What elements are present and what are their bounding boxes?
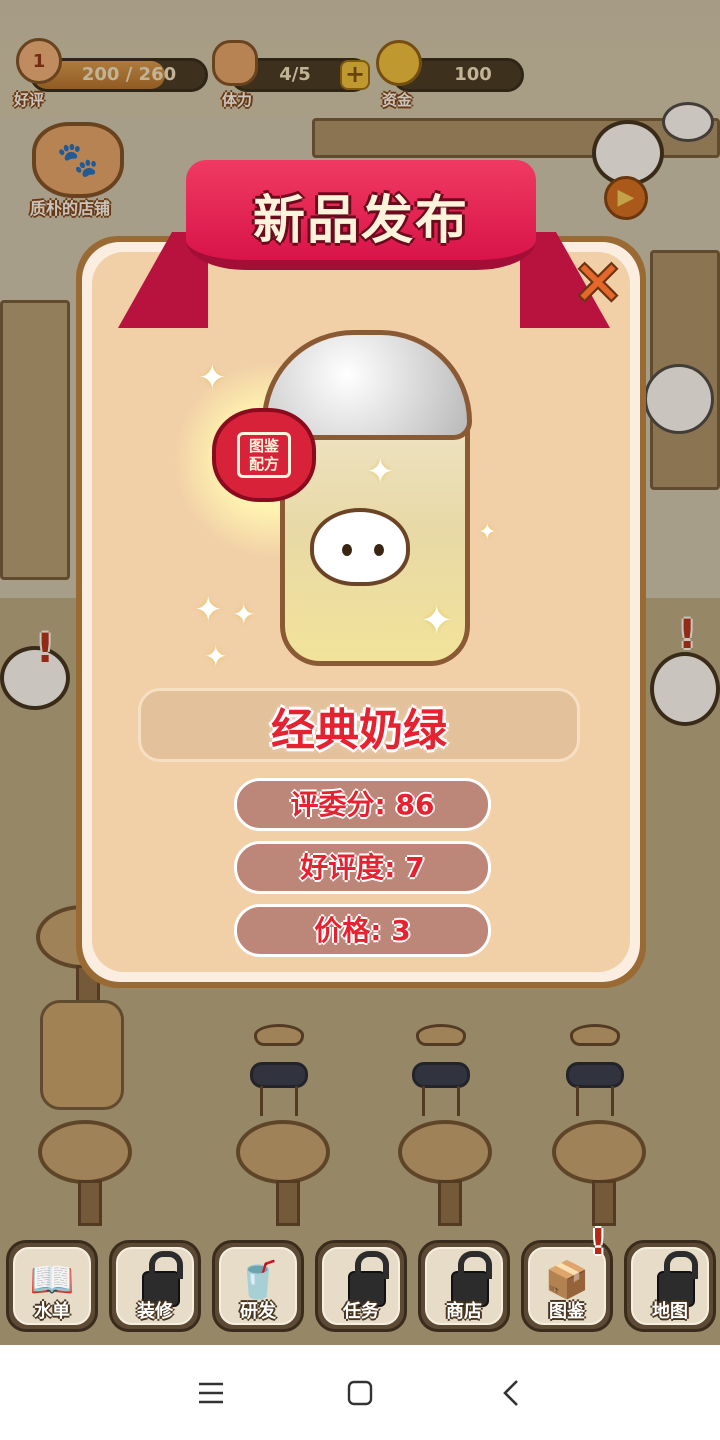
menu-label: 地图 (652, 1301, 688, 1322)
cat-face-icon (310, 508, 410, 586)
menu-button-map[interactable]: 地图 (624, 1240, 716, 1332)
menu-icon[interactable] (186, 1368, 236, 1418)
home-square-icon[interactable] (335, 1368, 385, 1418)
judge-score: 评委分: 86 (290, 788, 435, 821)
menu-button-shop[interactable]: 商店 (418, 1240, 510, 1332)
rating-score-pill: 好评度: 7 (234, 841, 491, 894)
menu-label: 商店 (446, 1301, 482, 1322)
menu-label: 任务 (343, 1301, 379, 1322)
rating-score: 好评度: 7 (300, 851, 425, 884)
game-scene: ▶ ! ! 200 / 260 1 好评 4/5 体力 + 100 资金 🐾 质… (0, 0, 720, 1345)
price: 价格: 3 (314, 914, 411, 947)
catalog-alert-icon: ! (590, 1222, 607, 1263)
menu-label: 装修 (137, 1301, 173, 1322)
menu-button-drinks[interactable]: 📖 水单 (6, 1240, 98, 1332)
back-chevron-icon[interactable] (486, 1368, 536, 1418)
menu-label: 水单 (34, 1301, 70, 1322)
catalog-box-icon: 📦 (544, 1260, 590, 1301)
sparkle-icon: ✦ (198, 358, 227, 398)
menu-button-decorate[interactable]: 装修 (109, 1240, 201, 1332)
menu-label: 图鉴 (549, 1301, 585, 1322)
sparkle-icon: ✦ (194, 590, 223, 630)
menu-button-tasks[interactable]: 任务 (315, 1240, 407, 1332)
sparkle-icon: ✦ (478, 520, 497, 545)
price-pill: 价格: 3 (234, 904, 491, 957)
sparkle-icon: ✦ (420, 598, 454, 644)
close-button[interactable]: ✕ (570, 254, 626, 314)
sparkle-icon: ✦ (366, 452, 395, 492)
dialog-title: 新品发布 (252, 191, 469, 251)
sparkle-icon: ✦ (232, 598, 256, 631)
judge-score-pill: 评委分: 86 (234, 778, 491, 831)
cup-question-icon: 🥤 (235, 1260, 281, 1301)
recipe-stamp-icon: 图鉴配方 (212, 408, 316, 502)
drink-name: 经典奶绿 (271, 705, 447, 756)
menu-label: 研发 (240, 1301, 276, 1322)
sparkle-icon: ✦ (204, 640, 228, 673)
menu-book-icon: 📖 (29, 1260, 75, 1301)
menu-button-research[interactable]: 🥤 研发 (212, 1240, 304, 1332)
stamp-text: 图鉴配方 (237, 432, 291, 478)
